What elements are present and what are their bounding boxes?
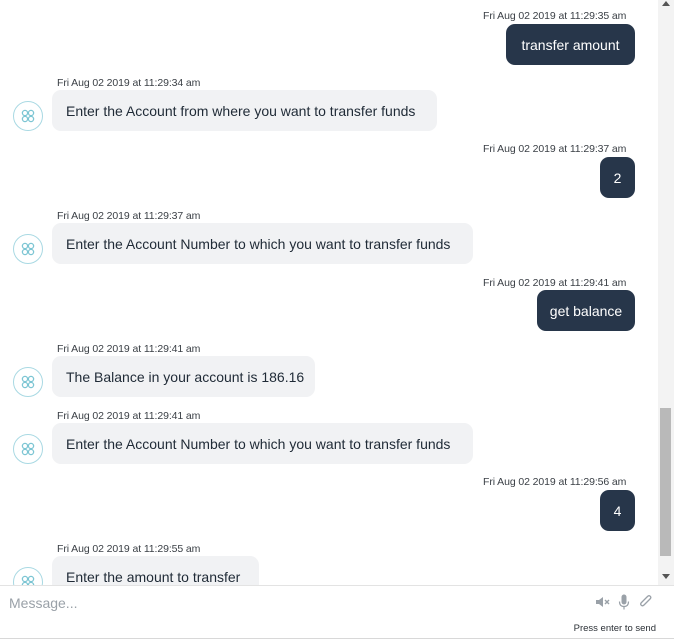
message-timestamp: Fri Aug 02 2019 at 11:29:35 am (483, 10, 627, 22)
microphone-icon[interactable] (616, 594, 632, 610)
message-timestamp: Fri Aug 02 2019 at 11:29:37 am (57, 210, 201, 222)
message-timestamp: Fri Aug 02 2019 at 11:29:37 am (483, 143, 627, 155)
message-timestamp: Fri Aug 02 2019 at 11:29:41 am (483, 277, 627, 289)
chat-scrollbar[interactable] (658, 0, 674, 585)
bot-message-bubble: Enter the Account Number to which you wa… (52, 223, 473, 264)
message-timestamp: Fri Aug 02 2019 at 11:29:41 am (57, 343, 201, 355)
message-timestamp: Fri Aug 02 2019 at 11:29:41 am (57, 410, 201, 422)
chat-window: Fri Aug 02 2019 at 11:29:35 am transfer … (0, 0, 658, 585)
user-message-bubble: 2 (600, 157, 635, 198)
bot-avatar-icon (13, 434, 43, 464)
message-input[interactable] (0, 586, 580, 619)
user-message-bubble: get balance (537, 290, 635, 331)
message-timestamp: Fri Aug 02 2019 at 11:29:34 am (57, 77, 201, 89)
bot-avatar-icon (13, 367, 43, 397)
scroll-up-arrow-icon[interactable] (662, 0, 670, 8)
user-message-bubble: transfer amount (506, 24, 635, 65)
send-hint: Press enter to send (573, 623, 656, 634)
bot-avatar-icon (13, 567, 43, 585)
bot-message-bubble: The Balance in your account is 186.16 (52, 356, 315, 397)
message-timestamp: Fri Aug 02 2019 at 11:29:55 am (57, 543, 201, 555)
bot-avatar-icon (13, 101, 43, 131)
bot-message-bubble: Enter the amount to transfer (52, 556, 259, 585)
bot-message-bubble: Enter the Account from where you want to… (52, 90, 437, 131)
bot-avatar-icon (13, 234, 43, 264)
divider (0, 638, 674, 639)
scrollbar-thumb[interactable] (660, 408, 671, 556)
scroll-down-arrow-icon[interactable] (662, 572, 670, 580)
message-composer (0, 585, 674, 619)
user-message-bubble: 4 (600, 490, 635, 531)
bot-message-bubble: Enter the Account Number to which you wa… (52, 423, 473, 464)
paperclip-icon[interactable] (638, 594, 654, 610)
speaker-mute-icon[interactable] (594, 594, 610, 610)
message-timestamp: Fri Aug 02 2019 at 11:29:56 am (483, 476, 627, 488)
